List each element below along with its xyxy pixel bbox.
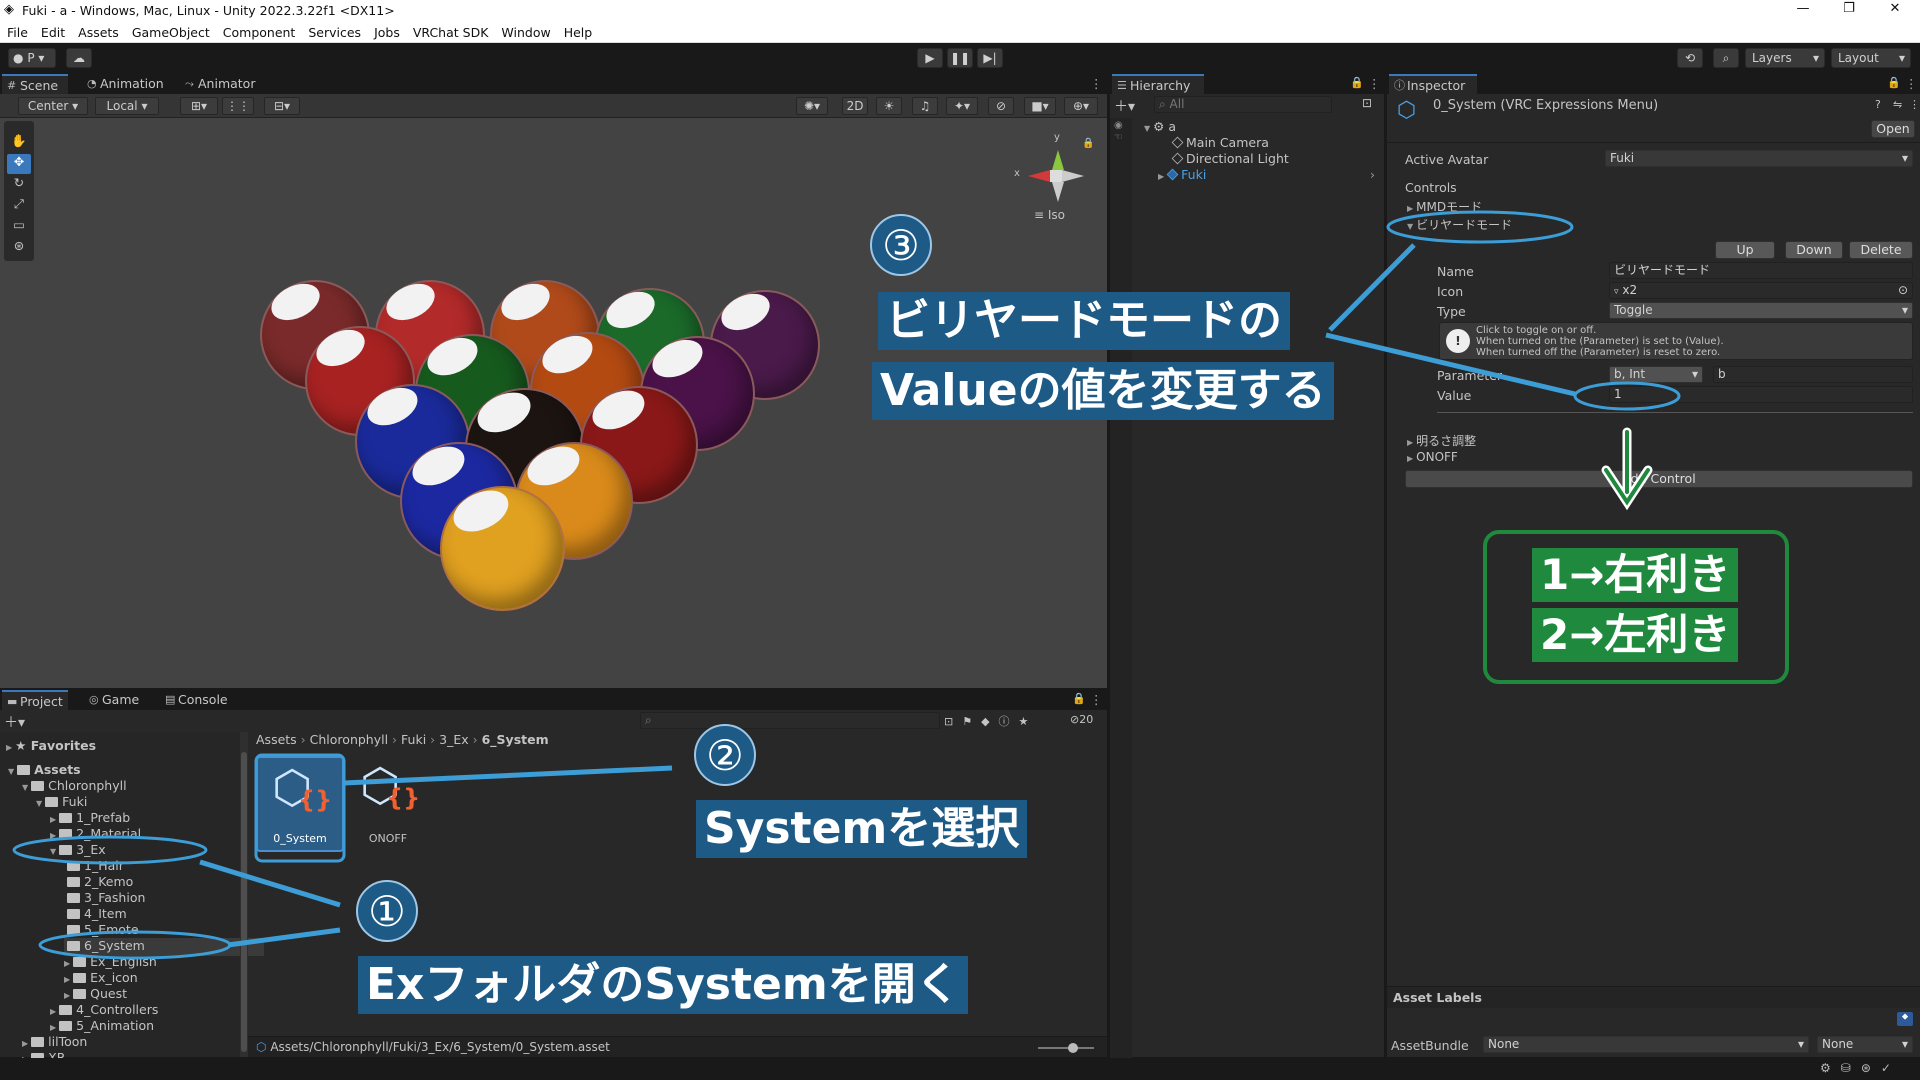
annotation-line [343, 765, 673, 786]
note-line2: 2→左利き [1532, 608, 1739, 662]
annotation-line [1328, 243, 1416, 332]
step1-callout: Exフォルダ​のSystemを開く [358, 956, 968, 1014]
annotation-line [199, 859, 341, 908]
note-line1: 1→右利き [1532, 548, 1739, 602]
highlight-oval-value [1573, 381, 1681, 411]
highlight-oval-6system [38, 930, 232, 960]
highlight-oval-billiard [1386, 210, 1574, 244]
step3-callout-line2: Valueの値を変更する [872, 362, 1334, 420]
arrow-down-icon-inner [1604, 430, 1650, 506]
annotation-overlay [12, 210, 1789, 960]
handedness-note: 1→右利き 2→左利き [1532, 548, 1742, 666]
annotation-line [227, 927, 341, 948]
highlight-box-0system [254, 753, 346, 863]
step3-number: ③ [870, 214, 932, 276]
step2-callout: Systemを選択 [696, 800, 1028, 858]
step2-number: ② [694, 724, 756, 786]
step3-callout-line1: ビリヤードモードの [878, 292, 1290, 350]
step1-number: ① [356, 880, 418, 942]
highlight-oval-3ex [12, 835, 208, 865]
annotation-line [1325, 332, 1576, 397]
